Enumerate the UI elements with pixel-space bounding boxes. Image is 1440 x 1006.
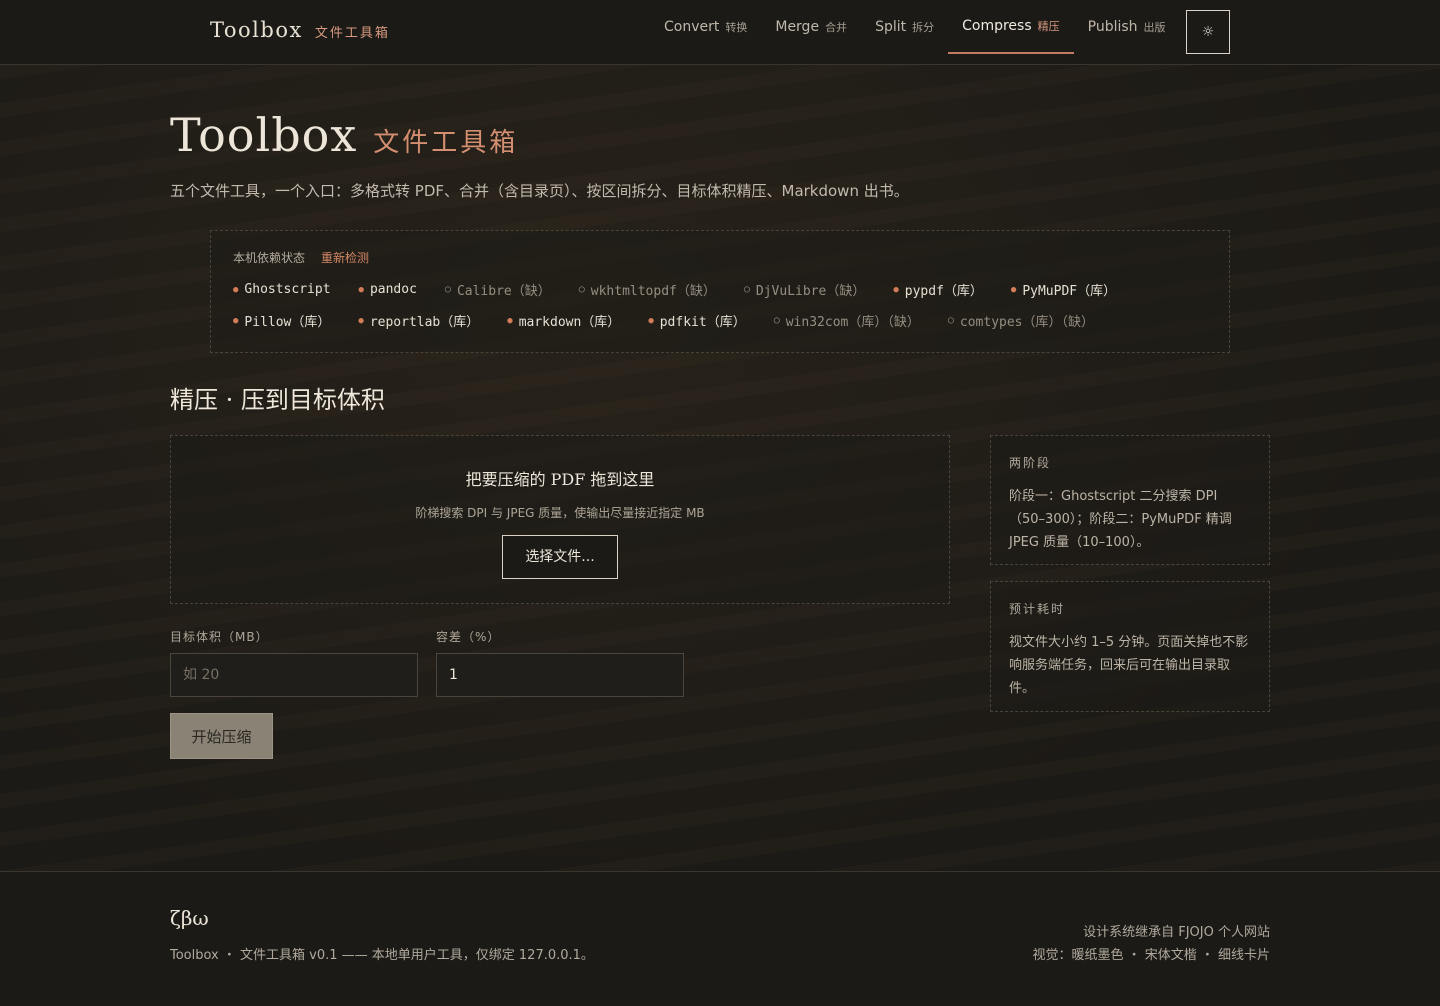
- recheck-link[interactable]: 重新检测: [321, 249, 369, 266]
- choose-file-button[interactable]: 选择文件...: [502, 535, 618, 579]
- dependency-ghostscript: ● Ghostscript: [233, 280, 331, 299]
- target-size-field: 目标体积（MB） 如 20: [170, 628, 418, 697]
- dependency-label: DjVuLibre（缺）: [755, 284, 866, 299]
- pdf-dropzone[interactable]: 把要压缩的 PDF 拖到这里 阶梯搜索 DPI 与 JPEG 质量，使输出尽量接…: [170, 435, 950, 604]
- missing-dot-icon: ○: [773, 315, 780, 326]
- nav-label: Merge: [775, 19, 820, 35]
- stages-card: 两阶段 阶段一：Ghostscript 二分搜索 DPI（50–300）；阶段二…: [990, 435, 1270, 565]
- dependency-pandoc: ● pandoc: [359, 280, 417, 299]
- missing-dot-icon: ○: [578, 284, 585, 295]
- dependency-pypdf: ● pypdf（库）: [893, 280, 983, 299]
- dependency-label: pandoc: [369, 282, 417, 297]
- start-compress-button[interactable]: 开始压缩: [170, 713, 273, 759]
- dependency-comtypes: ○ comtypes（库）（缺）: [948, 311, 1094, 330]
- nav-label: Split: [875, 19, 907, 35]
- dependency-pillow: ● Pillow（库）: [233, 311, 330, 330]
- nav-label-zh: 转换: [725, 21, 748, 34]
- missing-dot-icon: ○: [947, 315, 954, 326]
- dependency-row: ● Ghostscript ● pandoc ○ Calibre（缺） ○ wkhtml…: [233, 280, 1207, 299]
- footer-version-text: Toolbox ・ 文件工具箱 v0.1 —— 本地单用户工具，仅绑定 127.…: [170, 948, 594, 963]
- nav-label-zh: 精压: [1037, 20, 1060, 33]
- missing-dot-icon: ○: [444, 284, 451, 295]
- time-card-title: 预计耗时: [1009, 602, 1066, 616]
- dependency-label: wkhtmltopdf（缺）: [590, 284, 716, 299]
- dependency-calibre: ○ Calibre（缺）: [445, 280, 551, 299]
- dependency-pdfkit: ● pdfkit（库）: [648, 311, 745, 330]
- brand-name: Toolbox: [210, 18, 303, 42]
- dropzone-title: 把要压缩的 PDF 拖到这里: [465, 470, 655, 489]
- target-size-label: 目标体积（MB）: [170, 630, 269, 644]
- nav-publish[interactable]: Publish 出版: [1074, 0, 1180, 54]
- tolerance-label: 容差（%）: [436, 630, 501, 644]
- dependency-djvulibre: ○ DjVuLibre（缺）: [744, 280, 865, 299]
- footer-design-credit: 设计系统继承自 FJOJO 个人网站: [1083, 925, 1270, 940]
- dependency-label: comtypes（库）（缺）: [959, 315, 1095, 330]
- nav-label-zh: 合并: [825, 21, 848, 34]
- dependency-label: pypdf（库）: [904, 284, 983, 299]
- tolerance-input[interactable]: 1: [436, 653, 684, 697]
- theme-toggle-button[interactable]: ☼: [1186, 10, 1230, 54]
- nav-split[interactable]: Split 拆分: [861, 0, 948, 54]
- footer-visual-notes: 视觉：暖纸墨色 ・ 宋体文楷 ・ 细线卡片: [1032, 948, 1270, 963]
- nav-convert[interactable]: Convert 转换: [650, 0, 761, 54]
- dependency-status-title: 本机依赖状态: [233, 251, 306, 265]
- dependency-markdown: ● markdown（库）: [507, 311, 620, 330]
- dependency-label: PyMuPDF（库）: [1022, 284, 1117, 299]
- dependency-label: Calibre（缺）: [456, 284, 551, 299]
- ok-dot-icon: ●: [358, 284, 364, 295]
- brand-subtitle: 文件工具箱: [314, 26, 390, 41]
- dropzone-hint: 阶梯搜索 DPI 与 JPEG 质量，使输出尽量接近指定 MB: [415, 506, 705, 520]
- time-card-text: 视文件大小约 1–5 分钟。页面关掉也不影响服务端任务，回来后可在输出目录取件。: [1009, 635, 1249, 696]
- missing-dot-icon: ○: [743, 284, 750, 295]
- ok-dot-icon: ●: [648, 315, 654, 326]
- dependency-label: Pillow（库）: [244, 315, 331, 330]
- footer-logo: ζβω: [170, 906, 209, 930]
- nav-merge[interactable]: Merge 合并: [761, 0, 861, 54]
- section-title: 精压 · 压到目标体积: [170, 386, 385, 414]
- dependency-win32com: ○ win32com（库）（缺）: [774, 311, 920, 330]
- nav-label-zh: 拆分: [912, 21, 935, 34]
- top-header: Toolbox 文件工具箱 Convert 转换 Merge 合并 Split …: [0, 0, 1440, 65]
- ok-dot-icon: ●: [233, 284, 239, 295]
- tolerance-field: 容差（%） 1: [436, 628, 684, 697]
- page-description: 五个文件工具，一个入口：多格式转 PDF、合并（含目录页）、按区间拆分、目标体积…: [170, 182, 909, 200]
- dependency-status-header: 本机依赖状态 重新检测: [233, 249, 1207, 266]
- time-estimate-card: 预计耗时 视文件大小约 1–5 分钟。页面关掉也不影响服务端任务，回来后可在输出…: [990, 581, 1270, 712]
- dependency-label: win32com（库）（缺）: [785, 315, 920, 330]
- main-nav: Convert 转换 Merge 合并 Split 拆分 Compress 精压…: [650, 0, 1180, 65]
- target-size-input[interactable]: 如 20: [170, 653, 418, 697]
- dependency-row: ● Pillow（库） ● reportlab（库） ● markdown（库） ● p…: [233, 311, 1207, 330]
- dependency-label: markdown（库）: [518, 315, 621, 330]
- footer: ζβω Toolbox ・ 文件工具箱 v0.1 —— 本地单用户工具，仅绑定 …: [0, 871, 1440, 1006]
- ok-dot-icon: ●: [233, 315, 239, 326]
- dependency-label: Ghostscript: [244, 282, 331, 297]
- ok-dot-icon: ●: [1010, 284, 1017, 295]
- dependency-label: reportlab（库）: [369, 315, 480, 330]
- dependency-reportlab: ● reportlab（库）: [358, 311, 479, 330]
- nav-compress[interactable]: Compress 精压: [948, 0, 1074, 54]
- dependency-label: pdfkit（库）: [659, 315, 746, 330]
- ok-dot-icon: ●: [893, 284, 899, 295]
- nav-label: Convert: [664, 19, 720, 35]
- page-title-en: Toolbox: [170, 108, 358, 162]
- stages-card-title: 两阶段: [1009, 456, 1052, 470]
- nav-label-zh: 出版: [1143, 21, 1166, 34]
- ok-dot-icon: ●: [507, 315, 513, 326]
- page-title: Toolbox 文件工具箱: [170, 108, 518, 162]
- sun-icon: ☼: [1201, 24, 1215, 40]
- page-title-zh: 文件工具箱: [373, 128, 519, 158]
- ok-dot-icon: ●: [358, 315, 364, 326]
- dependency-status-card: 本机依赖状态 重新检测 ● Ghostscript ● pandoc ○ Calibr…: [210, 230, 1230, 353]
- brand[interactable]: Toolbox 文件工具箱: [210, 18, 390, 42]
- dependency-pymupdf: ● PyMuPDF（库）: [1011, 280, 1116, 299]
- dependency-wkhtmltopdf: ○ wkhtmltopdf（缺）: [579, 280, 716, 299]
- stages-card-text: 阶段一：Ghostscript 二分搜索 DPI（50–300）；阶段二：PyM…: [1009, 489, 1232, 550]
- nav-label: Compress: [962, 18, 1032, 34]
- nav-label: Publish: [1087, 19, 1138, 35]
